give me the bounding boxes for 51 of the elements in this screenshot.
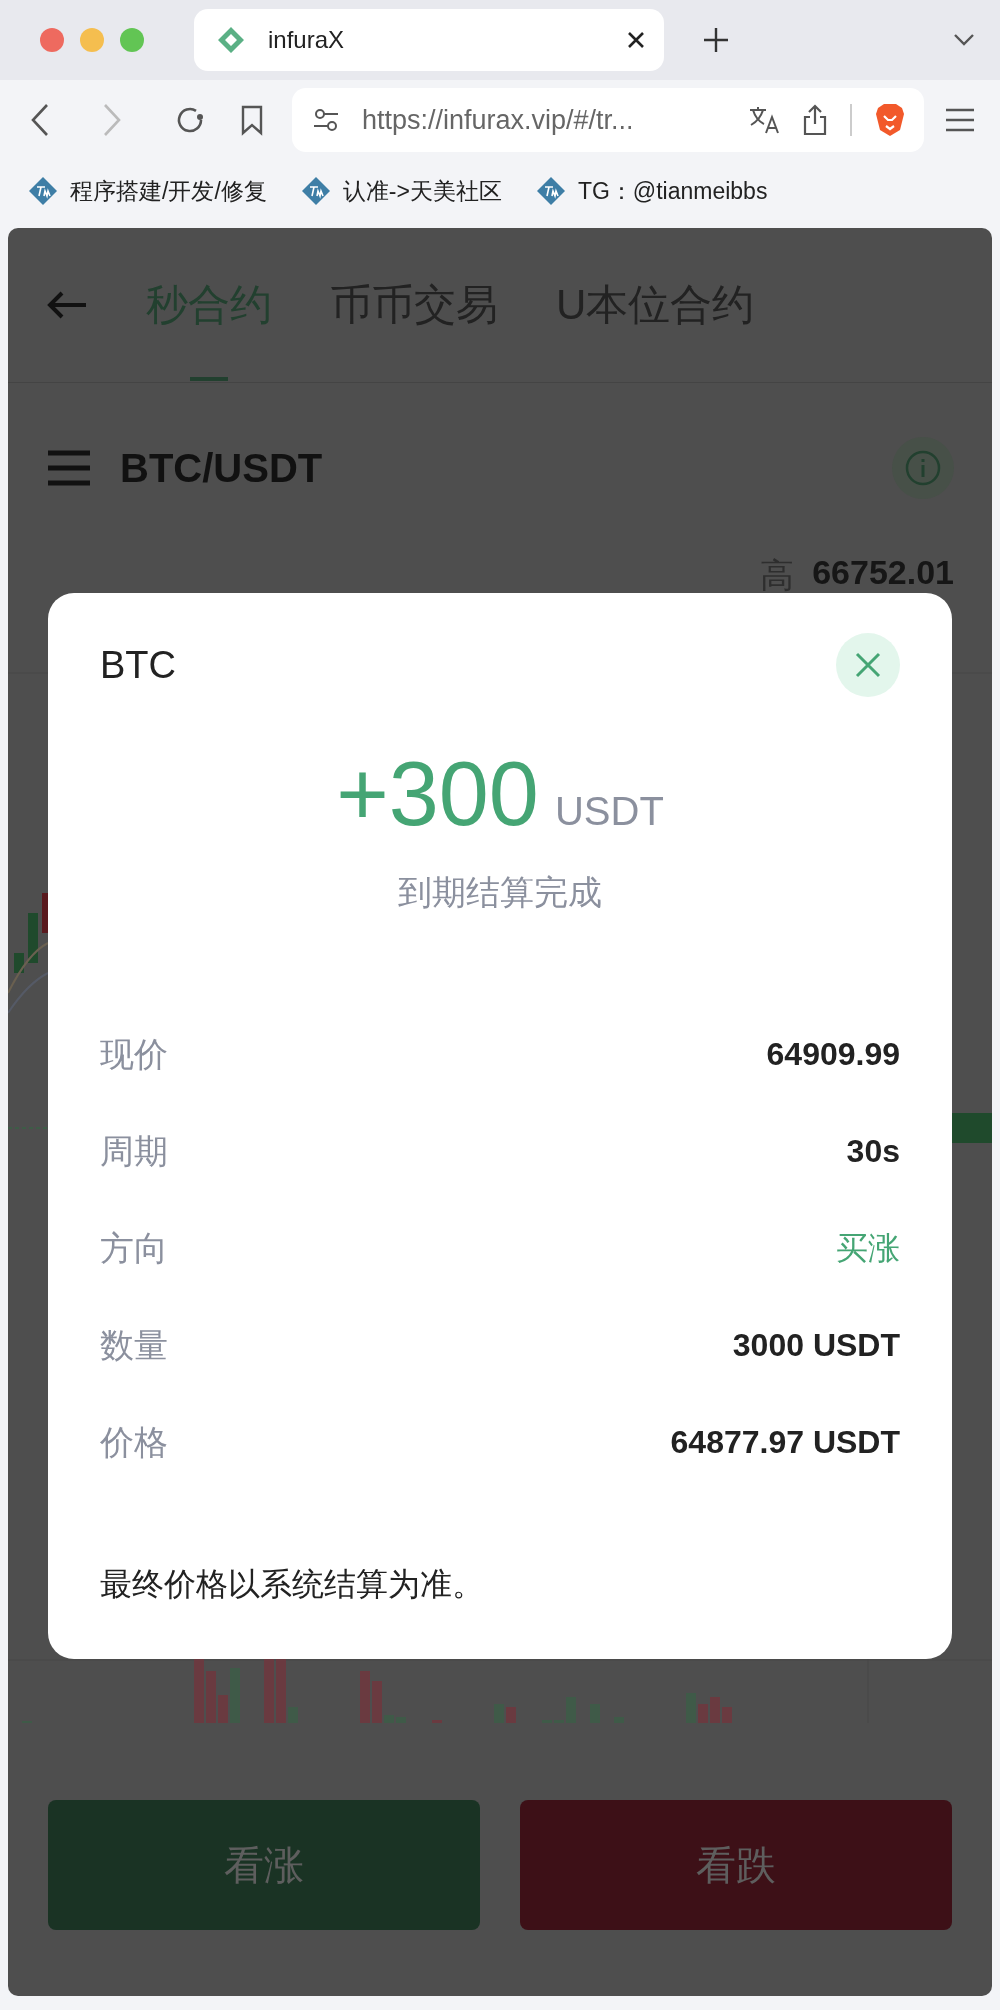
- chevron-down-icon[interactable]: [952, 32, 976, 48]
- pair-title: BTC/USDT: [120, 445, 324, 491]
- plus-icon[interactable]: [702, 26, 730, 54]
- candle: [14, 953, 24, 973]
- note-text: 最终价格以系统结算为准。: [100, 1565, 485, 1604]
- profit-amount: +300: [336, 743, 539, 846]
- sliders-icon[interactable]: [312, 106, 340, 134]
- volume-bar: [710, 1697, 720, 1723]
- info-icon: [905, 450, 941, 486]
- detail-value: 64877.97 USDT: [670, 1424, 900, 1461]
- browser-tab[interactable]: infuraX: [194, 9, 664, 71]
- diamond-logo-icon: [216, 25, 246, 55]
- dialog-title: BTC: [100, 643, 176, 687]
- volume-bar: [372, 1681, 382, 1723]
- detail-value: 64909.99: [766, 1036, 900, 1073]
- tm-badge-icon: [300, 176, 331, 206]
- detail-value: 3000 USDT: [732, 1327, 900, 1364]
- translate-icon[interactable]: [748, 105, 780, 135]
- high-value: 66752.01: [812, 553, 954, 592]
- address-bar[interactable]: https://infurax.vip/#/tr...: [292, 88, 924, 152]
- close-window-button[interactable]: [40, 28, 64, 52]
- status-text: 到期结算完成: [397, 872, 603, 913]
- detail-value: 30s: [846, 1133, 900, 1170]
- close-icon[interactable]: [626, 30, 646, 50]
- share-icon[interactable]: [802, 104, 828, 136]
- volume-bar: [206, 1671, 216, 1723]
- detail-label: 价格: [100, 1421, 168, 1463]
- profit-unit: USDT: [554, 789, 664, 834]
- bookmark-item[interactable]: 认准->天美社区: [300, 175, 502, 207]
- bookmark-item[interactable]: 程序搭建/开发/修复: [28, 175, 267, 207]
- volume-bar: [360, 1671, 370, 1723]
- detail-label: 周期: [100, 1130, 168, 1172]
- detail-label: 数量: [100, 1324, 168, 1366]
- back-icon[interactable]: [30, 103, 50, 137]
- detail-label: 现价: [100, 1033, 168, 1075]
- url-text: https://infurax.vip/#/tr...: [362, 104, 635, 136]
- volume-bar: [218, 1695, 228, 1723]
- tm-badge-icon: [28, 176, 58, 206]
- tm-badge-icon: [535, 176, 566, 206]
- volume-bar: [506, 1707, 516, 1723]
- menu-icon[interactable]: [944, 107, 976, 133]
- volume-bar: [698, 1704, 708, 1723]
- close-icon: [854, 651, 882, 679]
- bookmark-item[interactable]: TG：@tianmeibbs: [535, 175, 768, 207]
- volume-bar: [722, 1707, 732, 1723]
- bookmark-icon[interactable]: [240, 104, 264, 136]
- moving-average-line: [8, 972, 49, 1014]
- detail-value: 买涨: [836, 1228, 900, 1268]
- candle: [28, 913, 38, 963]
- moving-average-line: [8, 942, 49, 994]
- detail-label: 方向: [100, 1227, 168, 1269]
